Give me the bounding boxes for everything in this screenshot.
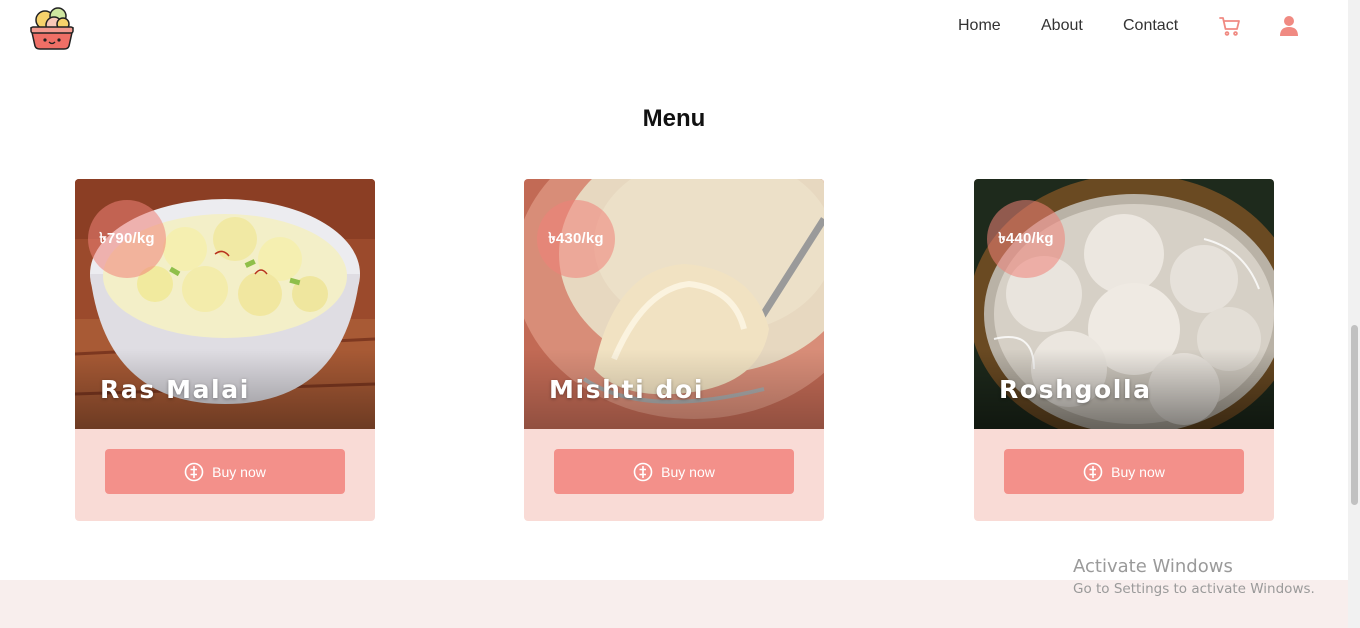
user-icon[interactable] xyxy=(1277,14,1301,38)
coin-icon xyxy=(633,462,653,482)
item-name: Ras Malai xyxy=(100,375,250,404)
menu-card-roshgolla: ৳440/kg Roshgolla Buy now xyxy=(974,179,1274,521)
menu-card-mishti-doi: ৳430/kg Mishti doi Buy now xyxy=(524,179,824,521)
logo-icon[interactable] xyxy=(28,4,76,50)
activation-subtitle: Go to Settings to activate Windows. xyxy=(1073,581,1315,597)
item-name: Roshgolla xyxy=(999,375,1152,404)
item-name: Mishti doi xyxy=(549,375,704,404)
nav-contact-link[interactable]: Contact xyxy=(1123,17,1178,35)
activation-title: Activate Windows xyxy=(1073,556,1233,577)
coin-icon xyxy=(184,462,204,482)
nav-home-link[interactable]: Home xyxy=(958,17,1001,35)
menu-card-ras-malai: ৳790/kg Ras Malai Buy now xyxy=(75,179,375,521)
buy-now-label: Buy now xyxy=(212,463,266,480)
site-header: Home About Contact xyxy=(0,0,1348,56)
buy-now-button[interactable]: Buy now xyxy=(554,449,794,494)
buy-now-button[interactable]: Buy now xyxy=(1004,449,1244,494)
coin-icon xyxy=(1083,462,1103,482)
buy-now-label: Buy now xyxy=(661,463,715,480)
buy-now-button[interactable]: Buy now xyxy=(105,449,345,494)
page-scrollbar[interactable] xyxy=(1348,0,1360,628)
price-badge: ৳790/kg xyxy=(88,200,166,278)
scrollbar-thumb[interactable] xyxy=(1351,325,1358,505)
menu-heading: Menu xyxy=(642,105,706,132)
price-badge: ৳440/kg xyxy=(987,200,1065,278)
buy-now-label: Buy now xyxy=(1111,463,1165,480)
activation-watermark: Activate Windows Go to Settings to activ… xyxy=(1073,556,1315,597)
cart-icon[interactable] xyxy=(1218,14,1242,38)
nav-about-link[interactable]: About xyxy=(1041,17,1083,35)
price-badge: ৳430/kg xyxy=(537,200,615,278)
